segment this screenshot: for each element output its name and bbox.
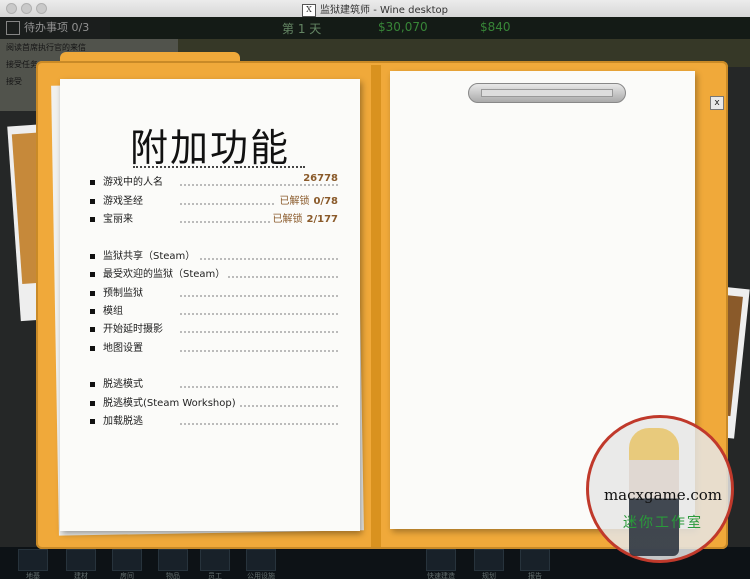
menu-escape-workshop[interactable]: 脱逃模式(Steam Workshop) (90, 394, 338, 409)
window-titlebar: X 监狱建筑师 - Wine desktop (0, 0, 750, 18)
window-title: 监狱建筑师 - Wine desktop (320, 5, 448, 16)
stat-row-names: 游戏中的人名 26778 (90, 173, 338, 188)
bullet-icon (90, 253, 95, 259)
bullet-icon (90, 345, 95, 351)
bullet-icon (90, 271, 95, 277)
bullet-icon (90, 418, 95, 424)
bullet-icon (90, 216, 95, 222)
stat-row-polaroids[interactable]: 宝丽来 已解锁 2/177 (90, 210, 338, 225)
bullet-icon (90, 198, 95, 204)
bullet-icon (90, 179, 95, 185)
watermark-studio: 迷你工作室 (623, 515, 703, 531)
menu-load-escape[interactable]: 加载脱逃 (90, 412, 338, 427)
bullet-icon (90, 381, 95, 387)
menu-prison-share[interactable]: 监狱共享（Steam） (90, 247, 338, 262)
menu-map-settings[interactable]: 地图设置 (90, 339, 338, 354)
wine-x-icon: X (302, 3, 317, 17)
close-button[interactable]: x (710, 96, 724, 110)
menu-mods[interactable]: 模组 (90, 302, 338, 317)
bullet-icon (90, 326, 95, 332)
bullet-icon (90, 308, 95, 314)
watermark-site: macxgame.com (603, 486, 723, 504)
paper-clip (468, 83, 626, 103)
menu-popular-prisons[interactable]: 最受欢迎的监狱（Steam） (90, 265, 338, 280)
folder-crease (371, 65, 381, 547)
bullet-icon (90, 400, 95, 406)
menu-escape-mode[interactable]: 脱逃模式 (90, 375, 338, 390)
title-underline (133, 163, 305, 168)
watermark-logo: macxgame.com 迷你工作室 (586, 415, 734, 563)
bullet-icon (90, 290, 95, 296)
menu-prefab-prisons[interactable]: 预制监狱 (90, 284, 338, 299)
stat-row-bible[interactable]: 游戏圣经 已解锁 0/78 (90, 192, 338, 207)
menu-timelapse[interactable]: 开始延时摄影 (90, 320, 338, 335)
